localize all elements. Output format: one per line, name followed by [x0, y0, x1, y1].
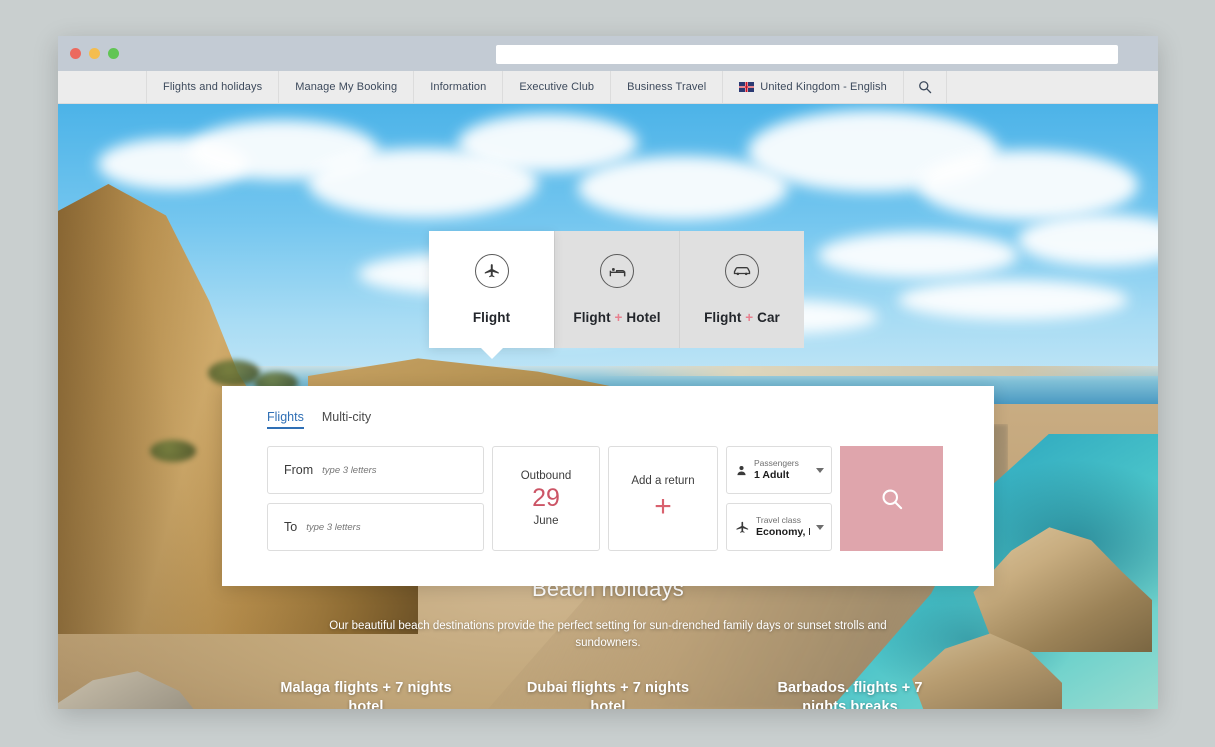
- cloud-decoration: [918, 150, 1138, 220]
- add-return-label: Add a return: [631, 475, 695, 487]
- search-icon: [882, 489, 902, 509]
- passengers-text: Passengers 1 Adult: [754, 458, 810, 482]
- url-input[interactable]: [496, 45, 1118, 64]
- travel-class-value: Economy, L: [756, 525, 810, 538]
- from-field[interactable]: From: [267, 446, 484, 494]
- far-shoreline: [598, 366, 1158, 376]
- travel-class-select[interactable]: Travel class Economy, L: [726, 503, 832, 551]
- booking-panel-tabs: Flights Multi-city: [267, 410, 949, 429]
- trip-tab-label-post: Car: [753, 310, 780, 325]
- top-navigation: Flights and holidays Manage My Booking I…: [58, 71, 1158, 104]
- trip-tab-label: Flight: [472, 310, 511, 325]
- booking-panel: Flights Multi-city From To: [222, 386, 994, 586]
- nav-item-flights-and-holidays[interactable]: Flights and holidays: [146, 71, 278, 103]
- browser-window: Flights and holidays Manage My Booking I…: [58, 36, 1158, 709]
- nav-label: Flights and holidays: [163, 81, 263, 93]
- outbound-date-card[interactable]: Outbound 29 June: [492, 446, 600, 551]
- minimize-window-button[interactable]: [89, 48, 100, 59]
- trip-tab-label-post: Hotel: [622, 310, 661, 325]
- nav-item-business-travel[interactable]: Business Travel: [610, 71, 722, 103]
- chevron-down-icon: [816, 524, 824, 530]
- nav-item-information[interactable]: Information: [413, 71, 502, 103]
- hotel-bed-icon: [600, 254, 634, 288]
- from-input[interactable]: [322, 464, 467, 476]
- chevron-down-icon: [816, 467, 824, 473]
- trip-type-tabs: Flight Flight + Hotel Flight + Car: [429, 231, 804, 348]
- beach-link-malaga[interactable]: Malaga flights + 7 nights hotel: [276, 679, 456, 710]
- search-icon: [918, 81, 932, 94]
- maximize-window-button[interactable]: [108, 48, 119, 59]
- beach-holidays-links: Malaga flights + 7 nights hotel Dubai fl…: [58, 679, 1158, 710]
- nav-item-manage-my-booking[interactable]: Manage My Booking: [278, 71, 413, 103]
- browser-title-bar: [58, 36, 1158, 71]
- plus-icon: +: [654, 490, 672, 523]
- cloud-decoration: [458, 114, 638, 172]
- tab-label: Multi-city: [321, 410, 372, 424]
- nav-search-button[interactable]: [902, 71, 947, 103]
- trip-tab-flight-hotel[interactable]: Flight + Hotel: [554, 231, 679, 348]
- beach-holidays-subtitle: Our beautiful beach destinations provide…: [329, 620, 887, 650]
- car-icon: [725, 254, 759, 288]
- travel-class-text: Travel class Economy, L: [756, 515, 810, 539]
- passengers-select[interactable]: Passengers 1 Adult: [726, 446, 832, 494]
- trip-tab-label-pre: Flight: [573, 310, 615, 325]
- locale-label: United Kingdom - English: [760, 81, 887, 93]
- traffic-lights: [70, 48, 119, 59]
- tab-multi-city[interactable]: Multi-city: [322, 410, 371, 429]
- outbound-label: Outbound: [520, 470, 572, 483]
- trip-tab-label-pre: Flight: [704, 310, 746, 325]
- nav-label: Information: [430, 81, 487, 93]
- tab-label: Flights: [267, 410, 304, 424]
- shrub-decoration: [208, 360, 260, 386]
- beach-link-barbados[interactable]: Barbados. flights + 7 nights breaks: [760, 679, 940, 710]
- search-flights-button[interactable]: [840, 446, 943, 551]
- outbound-day: 29: [532, 484, 560, 513]
- uk-flag-icon: [739, 82, 755, 92]
- tab-flights[interactable]: Flights: [267, 410, 304, 429]
- cloud-decoration: [898, 280, 1128, 320]
- origin-destination-column: From To: [267, 446, 484, 551]
- trip-tab-flight[interactable]: Flight: [429, 231, 554, 348]
- from-label: From: [284, 463, 314, 477]
- passengers-value: 1 Adult: [754, 468, 790, 481]
- travel-class-label: Travel class: [756, 515, 802, 526]
- to-label: To: [284, 520, 298, 534]
- search-form-row: From To Outbound 29 June Add a re: [267, 446, 949, 551]
- trip-tab-flight-car[interactable]: Flight + Car: [679, 231, 804, 348]
- to-field[interactable]: To: [267, 503, 484, 551]
- nav-item-locale-selector[interactable]: United Kingdom - English: [722, 71, 903, 103]
- airplane-icon: [736, 521, 749, 533]
- person-icon: [737, 465, 746, 475]
- nav-label: Business Travel: [627, 81, 707, 93]
- trip-tab-label: Flight + Hotel: [573, 310, 660, 325]
- close-window-button[interactable]: [70, 48, 81, 59]
- passengers-label: Passengers: [754, 458, 799, 469]
- selectors-column: Passengers 1 Adult Travel class Economy,…: [726, 446, 832, 551]
- beach-link-dubai[interactable]: Dubai flights + 7 nights hotel: [518, 679, 698, 710]
- nav-item-executive-club[interactable]: Executive Club: [502, 71, 610, 103]
- nav-label: Executive Club: [519, 81, 595, 93]
- add-return-card[interactable]: Add a return +: [608, 446, 718, 551]
- shrub-decoration: [150, 440, 196, 462]
- plus-separator: +: [614, 310, 623, 325]
- cloud-decoration: [818, 232, 1018, 278]
- outbound-month: June: [533, 514, 559, 527]
- airplane-icon: [474, 254, 509, 288]
- beach-holidays-section: Beach holidays Our beautiful beach desti…: [58, 576, 1158, 709]
- to-input[interactable]: [306, 521, 467, 533]
- nav-label: Manage My Booking: [295, 81, 398, 93]
- hero-section: Flight Flight + Hotel Flight + Car Fligh…: [58, 104, 1158, 709]
- trip-tab-label: Flight + Car: [704, 310, 780, 325]
